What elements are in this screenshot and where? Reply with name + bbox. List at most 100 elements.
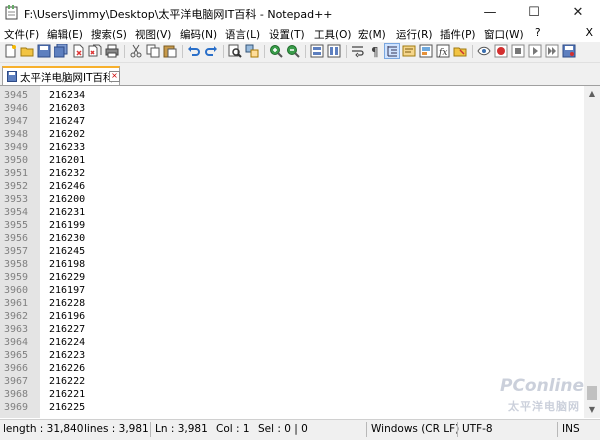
text-line[interactable]: 3967 216222 [0, 375, 584, 388]
text-line[interactable]: 3963 216227 [0, 323, 584, 336]
menu-window[interactable]: 窗口(W) [484, 27, 524, 42]
tab-document[interactable]: 太平洋电脑网IT百科 × [2, 66, 120, 85]
text-line[interactable]: 3946 216203 [0, 102, 584, 115]
text-line[interactable]: 3964 216224 [0, 336, 584, 349]
line-content: 216232 [49, 168, 86, 179]
text-line[interactable]: 3948 216202 [0, 128, 584, 141]
line-content: 216227 [49, 324, 86, 335]
run-macro-multiple-icon[interactable] [545, 44, 559, 58]
close-document-button[interactable]: X [585, 26, 593, 39]
text-line[interactable]: 3961 216228 [0, 297, 584, 310]
new-file-icon[interactable] [3, 44, 17, 58]
menu-search[interactable]: 搜索(S) [91, 27, 127, 42]
text-line[interactable]: 3959 216229 [0, 271, 584, 284]
doc-map-icon[interactable] [419, 44, 433, 58]
maximize-icon: ☐ [528, 5, 540, 20]
line-content: 216228 [49, 298, 86, 309]
text-line[interactable]: 3954 216231 [0, 206, 584, 219]
svg-text:¶: ¶ [371, 45, 379, 58]
menu-file[interactable]: 文件(F) [4, 27, 39, 42]
status-encoding[interactable]: UTF-8 [462, 423, 493, 435]
open-file-icon[interactable] [20, 44, 34, 58]
sync-vertical-icon[interactable] [310, 44, 324, 58]
close-all-icon[interactable] [88, 44, 102, 58]
scroll-up-icon[interactable]: ▲ [584, 86, 600, 102]
play-macro-icon[interactable] [528, 44, 542, 58]
save-all-icon[interactable] [54, 44, 68, 58]
menu-settings[interactable]: 设置(T) [269, 27, 305, 42]
menu-plugins[interactable]: 插件(P) [440, 27, 476, 42]
notepad-plus-plus-app-icon [5, 5, 18, 20]
line-content: 216224 [49, 337, 86, 348]
sync-horizontal-icon[interactable] [327, 44, 341, 58]
text-line[interactable]: 3949 216233 [0, 141, 584, 154]
menu-tools[interactable]: 工具(O) [314, 27, 351, 42]
text-line[interactable]: 3969 216225 [0, 401, 584, 414]
minimize-button[interactable]: — [468, 0, 512, 26]
cut-icon[interactable] [129, 44, 143, 58]
pconline-watermark: PConline 太平洋电脑网 [500, 376, 595, 416]
status-eol[interactable]: Windows (CR LF) [371, 423, 459, 435]
copy-icon[interactable] [146, 44, 160, 58]
record-macro-icon[interactable] [494, 44, 508, 58]
folder-workspace-icon[interactable] [453, 44, 467, 58]
line-number: 3967 [4, 376, 29, 387]
user-lang-icon[interactable] [402, 44, 416, 58]
window-title: F:\Users\Jimmy\Desktop\太平洋电脑网IT百科 - Note… [24, 8, 333, 21]
text-line[interactable]: 3958 216198 [0, 258, 584, 271]
word-wrap-icon[interactable] [351, 44, 365, 58]
tab-close-icon[interactable]: × [109, 71, 120, 82]
function-list-icon[interactable]: fx [436, 44, 450, 58]
menu-macro[interactable]: 宏(M) [358, 27, 386, 42]
redo-icon[interactable] [204, 44, 218, 58]
print-icon[interactable] [105, 44, 119, 58]
text-line[interactable]: 3960 216197 [0, 284, 584, 297]
menu-encoding[interactable]: 编码(N) [180, 27, 217, 42]
text-line[interactable]: 3952 216246 [0, 180, 584, 193]
indent-guide-icon[interactable] [384, 43, 400, 59]
text-line[interactable]: 3945 216234 [0, 89, 584, 102]
save-macro-icon[interactable] [562, 44, 576, 58]
find-icon[interactable] [228, 44, 242, 58]
menu-language[interactable]: 语言(L) [225, 27, 260, 42]
zoom-in-icon[interactable] [269, 44, 283, 58]
replace-icon[interactable] [245, 44, 259, 58]
close-window-button[interactable]: ✕ [556, 0, 600, 26]
status-bar: length : 31,840 lines : 3,981 Ln : 3,981… [0, 419, 600, 440]
text-line[interactable]: 3950 216201 [0, 154, 584, 167]
menu-bar: 文件(F) 编辑(E) 搜索(S) 视图(V) 编码(N) 语言(L) 设置(T… [0, 26, 600, 42]
save-icon[interactable] [37, 44, 51, 58]
menu-edit[interactable]: 编辑(E) [47, 27, 83, 42]
menu-help[interactable]: ? [535, 27, 541, 39]
text-line[interactable]: 3955 216199 [0, 219, 584, 232]
menu-run[interactable]: 运行(R) [396, 27, 433, 42]
text-line[interactable]: 3965 216223 [0, 349, 584, 362]
text-line[interactable]: 3947 216247 [0, 115, 584, 128]
text-line[interactable]: 3956 216230 [0, 232, 584, 245]
status-insert-mode[interactable]: INS [562, 423, 580, 435]
paste-icon[interactable] [163, 44, 177, 58]
undo-icon[interactable] [187, 44, 201, 58]
text-line[interactable]: 3968 216221 [0, 388, 584, 401]
line-content: 216201 [49, 155, 86, 166]
menu-view[interactable]: 视图(V) [135, 27, 171, 42]
text-line[interactable]: 3966 216226 [0, 362, 584, 375]
text-line[interactable]: 3951 216232 [0, 167, 584, 180]
close-icon[interactable] [71, 44, 85, 58]
zoom-out-icon[interactable] [286, 44, 300, 58]
show-all-chars-icon[interactable]: ¶ [368, 44, 382, 58]
vertical-scrollbar[interactable]: ▲ ▼ [584, 86, 600, 418]
text-line[interactable]: 3962 216196 [0, 310, 584, 323]
stop-macro-icon[interactable] [511, 44, 525, 58]
monitor-icon[interactable] [477, 44, 491, 58]
line-content: 216234 [49, 90, 86, 101]
line-number: 3949 [4, 142, 29, 153]
toolbar-separator [472, 45, 473, 58]
editor-area[interactable]: 3945 216234 3946 216203 3947 216247 3948 216202… [0, 86, 584, 418]
status-line-number: Ln : 3,981 [155, 423, 208, 435]
line-content: 216229 [49, 272, 86, 283]
maximize-button[interactable]: ☐ [512, 0, 556, 26]
text-line[interactable]: 3953 216200 [0, 193, 584, 206]
text-line[interactable]: 3957 216245 [0, 245, 584, 258]
minimize-icon: — [483, 5, 497, 20]
